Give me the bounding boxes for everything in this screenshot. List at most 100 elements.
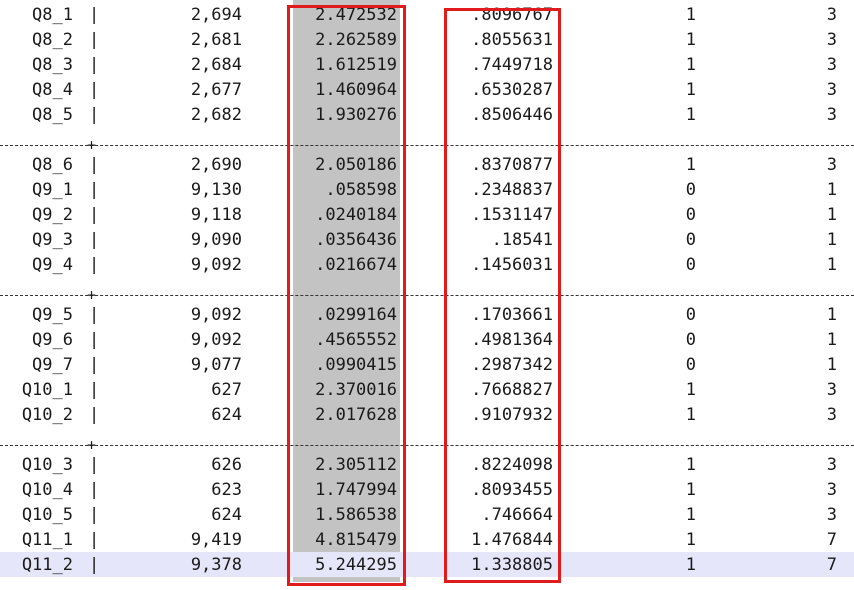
min-cell: 1	[685, 530, 696, 550]
obs-count-cell: 2,684	[190, 55, 242, 75]
summary-statistics-table: Q8_1 | 2,694 2.472532.8096767 1 3 Q8_2 | 2,681 2.…	[0, 0, 854, 590]
column-divider: |	[89, 155, 100, 175]
max-cell: 3	[826, 405, 837, 425]
max-cell: 1	[826, 330, 837, 350]
separator-junction: +	[87, 136, 97, 154]
max-cell: 3	[826, 30, 837, 50]
min-cell: 1	[685, 455, 696, 475]
max-cell: 3	[826, 55, 837, 75]
column-divider: |	[89, 455, 100, 475]
max-cell: 3	[826, 455, 837, 475]
obs-count-cell: 624	[211, 505, 242, 525]
column-divider: |	[89, 330, 100, 350]
column-divider: |	[89, 230, 100, 250]
max-cell: 7	[826, 530, 837, 550]
table-row[interactable]: Q8_1 | 2,694 2.472532.8096767 1 3	[0, 2, 854, 27]
min-cell: 0	[685, 180, 696, 200]
table-row[interactable]: Q10_1 | 627 2.370016.7668827 1 3	[0, 377, 854, 402]
min-cell: 0	[685, 355, 696, 375]
separator-junction: +	[87, 286, 97, 304]
min-cell: 0	[685, 305, 696, 325]
variable-name-cell: Q10_3	[21, 455, 73, 475]
table-row[interactable]: Q11_1 | 9,419 4.815479 1.476844 1 7	[0, 527, 854, 552]
variable-name-cell: Q10_2	[21, 405, 73, 425]
min-cell: 1	[685, 105, 696, 125]
max-cell: 1	[826, 255, 837, 275]
max-cell: 3	[826, 155, 837, 175]
group-separator: +	[0, 437, 854, 453]
variable-name-cell: Q8_6	[32, 155, 73, 175]
table-row[interactable]: Q9_4 | 9,092.0216674.1456031 0 1	[0, 252, 854, 277]
column-divider: |	[89, 305, 100, 325]
max-cell: 1	[826, 230, 837, 250]
obs-count-cell: 627	[211, 380, 242, 400]
obs-count-cell: 2,682	[190, 105, 242, 125]
variable-name-cell: Q9_2	[32, 205, 73, 225]
variable-name-cell: Q11_1	[21, 530, 73, 550]
column-divider: |	[89, 480, 100, 500]
max-cell: 3	[826, 505, 837, 525]
table-row[interactable]: Q10_4 | 623 1.747994.8093455 1 3	[0, 477, 854, 502]
mean-column-highlight-box	[287, 5, 406, 586]
table-row[interactable]: Q9_7 | 9,077.0990415.2987342 0 1	[0, 352, 854, 377]
min-cell: 1	[685, 55, 696, 75]
variable-name-cell: Q9_4	[32, 255, 73, 275]
obs-count-cell: 9,130	[190, 180, 242, 200]
table-row[interactable]: Q11_2 | 9,378 5.244295 1.338805 1 7	[0, 552, 854, 577]
variable-name-cell: Q9_3	[32, 230, 73, 250]
column-divider: |	[89, 30, 100, 50]
table-row[interactable]: Q10_2 | 624 2.017628.9107932 1 3	[0, 402, 854, 427]
max-cell: 1	[826, 305, 837, 325]
variable-name-cell: Q8_4	[32, 80, 73, 100]
obs-count-cell: 9,090	[190, 230, 242, 250]
min-cell: 1	[685, 555, 696, 575]
obs-count-cell: 9,077	[190, 355, 242, 375]
obs-count-cell: 2,681	[190, 30, 242, 50]
max-cell: 1	[826, 355, 837, 375]
min-cell: 0	[685, 230, 696, 250]
min-cell: 1	[685, 30, 696, 50]
max-cell: 3	[826, 105, 837, 125]
min-cell: 1	[685, 405, 696, 425]
table-row[interactable]: Q8_4 | 2,677 1.460964.6530287 1 3	[0, 77, 854, 102]
group-separator: +	[0, 137, 854, 153]
column-divider: |	[89, 505, 100, 525]
table-row[interactable]: Q10_3 | 626 2.305112.8224098 1 3	[0, 452, 854, 477]
max-cell: 3	[826, 80, 837, 100]
column-divider: |	[89, 5, 100, 25]
variable-name-cell: Q10_5	[21, 505, 73, 525]
obs-count-cell: 9,419	[190, 530, 242, 550]
obs-count-cell: 626	[211, 455, 242, 475]
table-row[interactable]: Q8_6 | 2,690 2.050186.8370877 1 3	[0, 152, 854, 177]
obs-count-cell: 2,694	[190, 5, 242, 25]
min-cell: 1	[685, 5, 696, 25]
table-row[interactable]: Q8_2 | 2,681 2.262589.8055631 1 3	[0, 27, 854, 52]
max-cell: 1	[826, 180, 837, 200]
table-row[interactable]: Q9_3 | 9,090.0356436.18541 0 1	[0, 227, 854, 252]
column-divider: |	[89, 555, 100, 575]
column-divider: |	[89, 55, 100, 75]
variable-name-cell: Q8_3	[32, 55, 73, 75]
min-cell: 1	[685, 80, 696, 100]
min-cell: 1	[685, 505, 696, 525]
max-cell: 1	[826, 205, 837, 225]
max-cell: 3	[826, 5, 837, 25]
table-row[interactable]: Q9_5 | 9,092.0299164.1703661 0 1	[0, 302, 854, 327]
obs-count-cell: 624	[211, 405, 242, 425]
table-row[interactable]: Q9_6 | 9,092.4565552.4981364 0 1	[0, 327, 854, 352]
column-divider: |	[89, 105, 100, 125]
table-row[interactable]: Q10_5 | 624 1.586538.746664 1 3	[0, 502, 854, 527]
group-separator: +	[0, 287, 854, 303]
table-row[interactable]: Q8_5 | 2,682 1.930276.8506446 1 3	[0, 102, 854, 127]
column-divider: |	[89, 255, 100, 275]
obs-count-cell: 623	[211, 480, 242, 500]
obs-count-cell: 9,092	[190, 255, 242, 275]
column-divider: |	[89, 180, 100, 200]
obs-count-cell: 9,092	[190, 330, 242, 350]
column-divider: |	[89, 380, 100, 400]
column-divider: |	[89, 80, 100, 100]
table-row[interactable]: Q9_2 | 9,118.0240184.1531147 0 1	[0, 202, 854, 227]
table-row[interactable]: Q9_1 | 9,130.058598.2348837 0 1	[0, 177, 854, 202]
variable-name-cell: Q9_7	[32, 355, 73, 375]
table-row[interactable]: Q8_3 | 2,684 1.612519.7449718 1 3	[0, 52, 854, 77]
